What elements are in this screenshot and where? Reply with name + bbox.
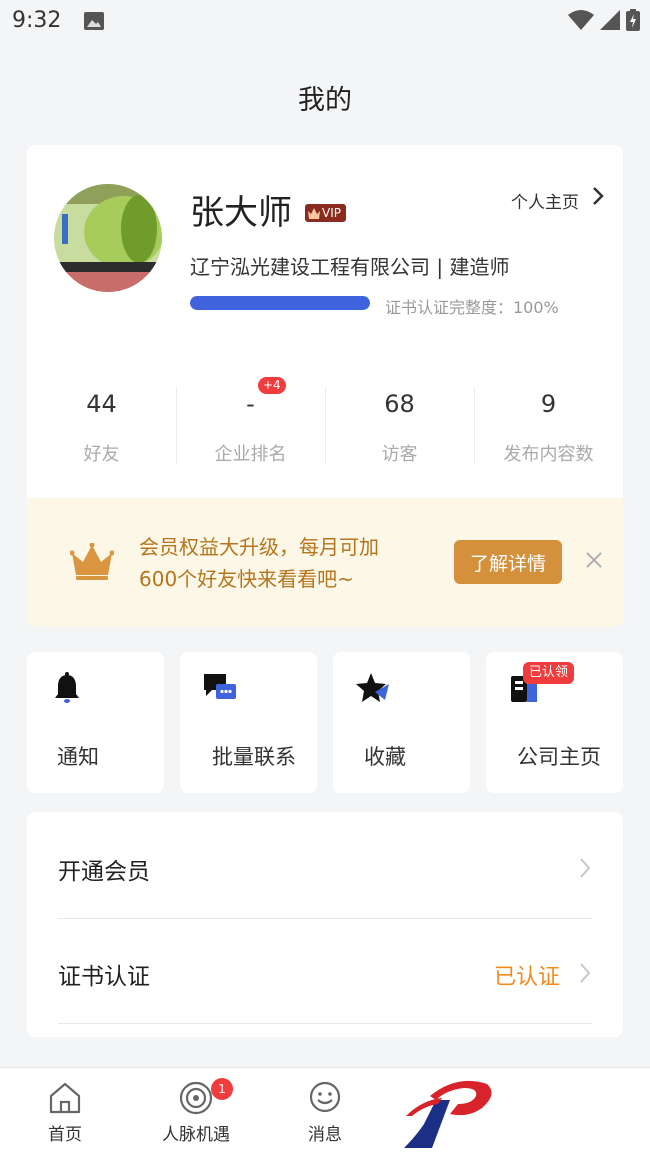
bell-icon xyxy=(55,672,79,703)
stat-label: 发布内容数 xyxy=(503,444,594,465)
tab-home[interactable]: 首页 xyxy=(0,1068,135,1156)
tile-company-homepage[interactable]: 已认领 公司主页 xyxy=(486,652,623,793)
tile-bulk-contact[interactable]: 批量联系 xyxy=(180,652,317,793)
promo-text: 会员权益大升级，每月可加 600个好友快来看看吧~ xyxy=(139,531,379,595)
message-icon xyxy=(309,1081,341,1113)
stat-label: 好友 xyxy=(83,444,120,465)
tile-notifications[interactable]: 通知 xyxy=(27,652,164,793)
close-icon[interactable] xyxy=(584,550,604,570)
chevron-right-icon[interactable] xyxy=(591,185,605,207)
tile-label: 通知 xyxy=(57,745,99,769)
vip-crown-icon xyxy=(308,207,320,219)
signal-icon xyxy=(600,10,620,30)
user-name: 张大师 xyxy=(190,193,292,233)
bottom-tab-bar: 首页 1 人脉机遇 消息 xyxy=(0,1067,650,1156)
quick-actions: 通知 批量联系 收藏 已认领 公司主页 xyxy=(27,652,623,793)
crown-icon xyxy=(70,543,114,580)
visitor-count-badge: +4 xyxy=(258,377,286,394)
menu-label: 开通会员 xyxy=(58,859,150,885)
notification-badge: 1 xyxy=(211,1078,233,1100)
stat-label: 访客 xyxy=(381,444,418,465)
home-icon xyxy=(49,1082,81,1114)
gallery-icon xyxy=(84,12,104,30)
learn-more-button[interactable]: 了解详情 xyxy=(454,540,562,584)
cert-progress-fill xyxy=(190,296,370,310)
stat-value: 9 xyxy=(540,390,557,418)
avatar-image xyxy=(54,184,162,292)
tab-label: 人脉机遇 xyxy=(162,1125,230,1145)
cert-progress-bar xyxy=(190,296,370,310)
star-icon xyxy=(356,673,389,702)
stat-value: 44 xyxy=(86,390,117,418)
cert-progress-label: 证书认证完整度：100% xyxy=(385,298,559,317)
menu-item-certificate[interactable]: 证书认证 已认证 xyxy=(58,919,592,1024)
tab-label: 首页 xyxy=(48,1125,82,1145)
tab-network[interactable]: 1 人脉机遇 xyxy=(126,1068,266,1156)
stat-friends[interactable]: 44 好友 xyxy=(27,385,176,475)
tile-label: 批量联系 xyxy=(212,745,296,769)
homepage-link[interactable]: 个人主页 xyxy=(511,188,579,213)
menu-item-open-membership[interactable]: 开通会员 xyxy=(58,814,592,919)
promo-line-2: 600个好友快来看看吧~ xyxy=(139,567,354,591)
brand-logo xyxy=(404,1080,492,1148)
tab-label: 消息 xyxy=(308,1125,342,1145)
vip-badge: VIP xyxy=(305,204,346,222)
status-indicators xyxy=(568,9,640,31)
wifi-icon xyxy=(568,10,594,30)
chevron-right-icon xyxy=(580,858,591,878)
battery-icon xyxy=(626,9,640,31)
stat-company-rank[interactable]: - 企业排名 xyxy=(176,385,325,475)
tile-label: 公司主页 xyxy=(517,745,601,769)
chat-icon xyxy=(204,674,236,699)
stat-value: - xyxy=(246,390,255,418)
stat-label: 企业排名 xyxy=(214,444,287,465)
promo-line-1: 会员权益大升级，每月可加 xyxy=(139,535,379,559)
tile-favorites[interactable]: 收藏 xyxy=(333,652,470,793)
stat-value: 68 xyxy=(384,390,415,418)
status-time: 9:32 xyxy=(12,8,62,33)
avatar[interactable] xyxy=(54,184,162,292)
verified-status: 已认证 xyxy=(493,965,560,990)
tile-label: 收藏 xyxy=(364,745,406,769)
profile-card: 张大师 VIP 个人主页 辽宁泓光建设工程有限公司 | 建造师 证书认证完整度：… xyxy=(27,145,623,627)
menu-list: 开通会员 证书认证 已认证 xyxy=(27,812,623,1037)
stats-row: 44 好友 - 企业排名 68 访客 9 发布内容数 +4 xyxy=(27,377,623,475)
stat-visitors[interactable]: 68 访客 xyxy=(325,385,474,475)
menu-label: 证书认证 xyxy=(58,964,150,990)
network-icon xyxy=(179,1081,213,1115)
vip-label: VIP xyxy=(322,206,341,220)
claimed-badge: 已认领 xyxy=(523,662,575,684)
stat-posts[interactable]: 9 发布内容数 xyxy=(474,385,623,475)
status-bar: 9:32 xyxy=(0,0,650,44)
tab-messages[interactable]: 消息 xyxy=(255,1068,395,1156)
vip-promo-banner: 会员权益大升级，每月可加 600个好友快来看看吧~ 了解详情 xyxy=(27,498,623,627)
chevron-right-icon xyxy=(580,963,591,983)
page-title: 我的 xyxy=(298,85,352,116)
company-role: 辽宁泓光建设工程有限公司 | 建造师 xyxy=(190,255,510,279)
